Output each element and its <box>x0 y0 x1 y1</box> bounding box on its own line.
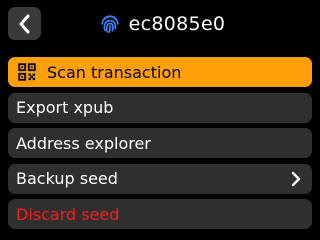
menu-item-label: Backup seed <box>16 169 118 188</box>
menu-item-scan-transaction[interactable]: Scan transaction <box>8 57 312 87</box>
menu-item-export-xpub[interactable]: Export xpub <box>8 92 312 123</box>
fingerprint-icon <box>101 15 119 34</box>
menu-item-label: Address explorer <box>16 133 151 153</box>
menu-item-address-explorer[interactable]: Address explorer <box>8 128 312 158</box>
page-title: ec8085e0 <box>128 13 226 35</box>
menu-item-label: Discard seed <box>16 204 120 224</box>
chevron-right-icon <box>291 171 301 186</box>
menu-item-backup-seed[interactable]: Backup seed <box>8 163 312 194</box>
qr-code-icon <box>18 63 36 81</box>
menu-item-label: Export xpub <box>16 98 114 117</box>
menu-item-label: Scan transaction <box>47 62 182 82</box>
menu-list: Scan transaction Export xpub Address exp… <box>8 57 312 235</box>
title-group: ec8085e0 <box>0 8 320 40</box>
top-bar: ec8085e0 <box>0 0 320 48</box>
menu-item-discard-seed[interactable]: Discard seed <box>8 199 312 229</box>
